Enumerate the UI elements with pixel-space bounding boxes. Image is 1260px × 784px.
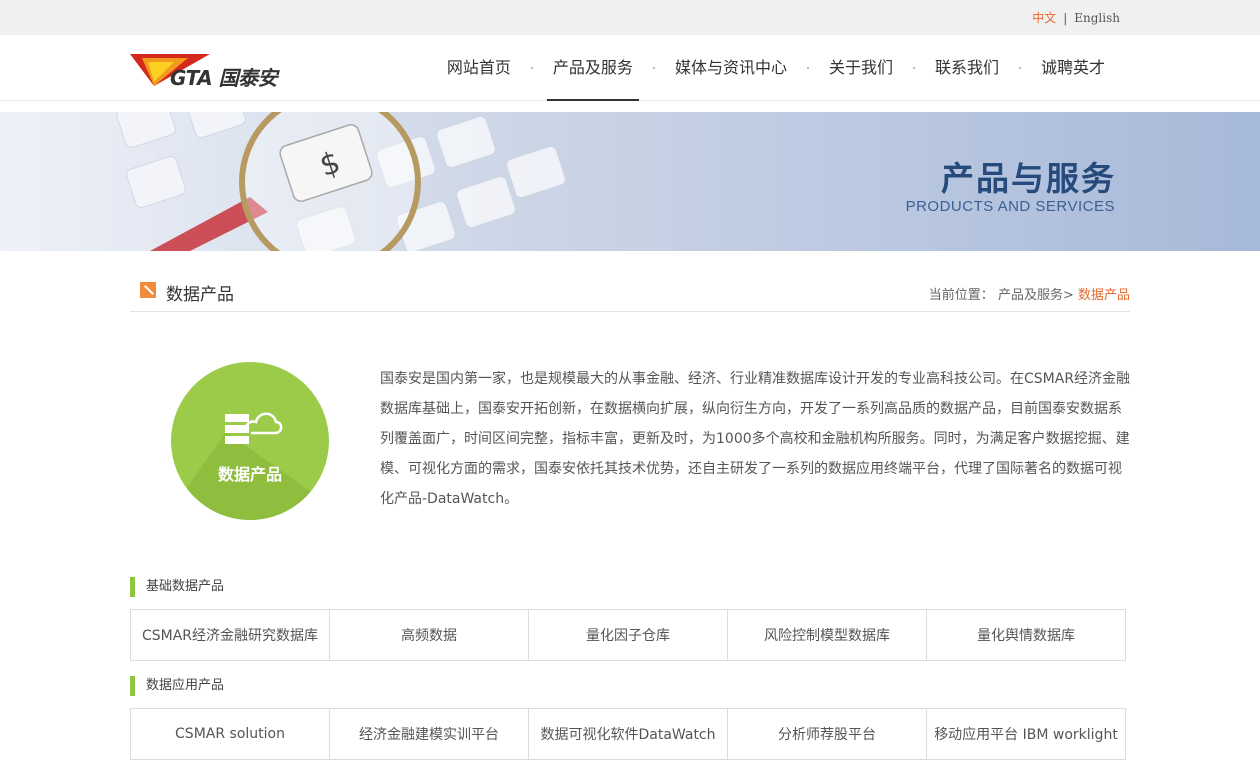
section-title: 数据产品 bbox=[166, 285, 234, 305]
section-header: 数据产品 当前位置： 产品及服务> 数据产品 bbox=[130, 272, 1130, 312]
nav-item-about[interactable]: 关于我们 bbox=[809, 35, 913, 101]
badge-label: 数据产品 bbox=[217, 465, 282, 484]
product-link[interactable]: 经济金融建模实训平台 bbox=[329, 709, 528, 759]
product-link[interactable]: 数据可视化软件DataWatch bbox=[528, 709, 727, 759]
lang-separator: | bbox=[1063, 11, 1068, 25]
banner-title: 产品与服务 bbox=[941, 159, 1116, 198]
server-cloud-icon bbox=[225, 412, 283, 444]
group-title-data-apps: 数据应用产品 bbox=[130, 676, 224, 696]
group-title-basic-data: 基础数据产品 bbox=[130, 577, 224, 597]
nav-item-home[interactable]: 网站首页 bbox=[427, 35, 531, 101]
breadcrumb-parent-link[interactable]: 产品及服务> bbox=[998, 288, 1074, 303]
language-switcher: 中文 | English bbox=[1032, 9, 1120, 26]
product-link[interactable]: CSMAR solution bbox=[131, 709, 329, 759]
product-link[interactable]: 风险控制模型数据库 bbox=[727, 610, 926, 660]
products-banner: $ 产品与服务 PRODUCTS AND SERVICES bbox=[0, 112, 1260, 251]
nav-item-contact[interactable]: 联系我们 bbox=[915, 35, 1019, 101]
lang-english-link[interactable]: English bbox=[1074, 11, 1120, 25]
keyboard-magnifier-image: $ bbox=[116, 112, 566, 251]
section-marker-icon bbox=[140, 282, 156, 298]
lang-chinese-link[interactable]: 中文 bbox=[1032, 11, 1056, 25]
data-products-badge: 数据产品 bbox=[171, 362, 329, 520]
intro-paragraph: 国泰安是国内第一家，也是规模最大的从事金融、经济、行业精准数据库设计开发的专业高… bbox=[380, 371, 1131, 507]
site-header: GTA 国泰安 网站首页 产品及服务 媒体与资讯中心 关于我们 联系我们 诚聘英… bbox=[0, 35, 1260, 101]
breadcrumb-prefix: 当前位置： bbox=[928, 288, 994, 303]
logo-text: GTA 国泰安 bbox=[170, 66, 278, 90]
nav-item-careers[interactable]: 诚聘英才 bbox=[1021, 35, 1125, 101]
gta-logo[interactable]: GTA 国泰安 bbox=[130, 52, 290, 90]
product-grid-basic: CSMAR经济金融研究数据库 高频数据 量化因子仓库 风险控制模型数据库 量化舆… bbox=[130, 609, 1126, 661]
nav-item-products[interactable]: 产品及服务 bbox=[533, 35, 653, 101]
nav-item-media[interactable]: 媒体与资讯中心 bbox=[655, 35, 807, 101]
product-link[interactable]: 移动应用平台 IBM worklight bbox=[926, 709, 1125, 759]
main-nav: 网站首页 产品及服务 媒体与资讯中心 关于我们 联系我们 诚聘英才 bbox=[427, 35, 1125, 101]
breadcrumb: 当前位置： 产品及服务> 数据产品 bbox=[929, 284, 1130, 303]
breadcrumb-current: 数据产品 bbox=[1077, 288, 1130, 303]
product-link[interactable]: 量化舆情数据库 bbox=[926, 610, 1125, 660]
product-link[interactable]: CSMAR经济金融研究数据库 bbox=[131, 610, 329, 660]
product-link[interactable]: 分析师荐股平台 bbox=[727, 709, 926, 759]
banner-subtitle: PRODUCTS AND SERVICES bbox=[905, 198, 1115, 215]
product-link[interactable]: 量化因子仓库 bbox=[528, 610, 727, 660]
top-utility-bar: 中文 | English bbox=[0, 0, 1260, 35]
product-link[interactable]: 高频数据 bbox=[329, 610, 528, 660]
product-grid-apps: CSMAR solution 经济金融建模实训平台 数据可视化软件DataWat… bbox=[130, 708, 1126, 760]
